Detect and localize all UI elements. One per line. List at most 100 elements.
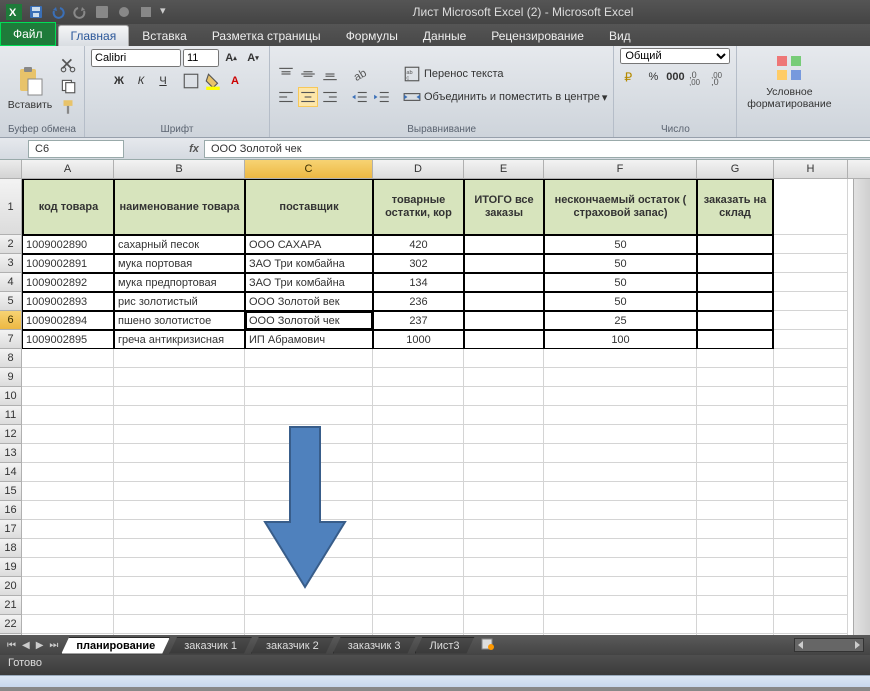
underline-icon[interactable]: Ч bbox=[153, 71, 173, 91]
qat-icon[interactable] bbox=[138, 4, 154, 20]
prev-sheet-icon[interactable]: ◀ bbox=[19, 640, 33, 651]
cell[interactable] bbox=[544, 615, 697, 634]
cell[interactable] bbox=[464, 273, 544, 292]
cell[interactable] bbox=[464, 425, 544, 444]
cell[interactable] bbox=[464, 520, 544, 539]
fill-color-icon[interactable] bbox=[203, 71, 223, 91]
align-middle-icon[interactable] bbox=[298, 64, 318, 84]
row-header[interactable]: 21 bbox=[0, 596, 22, 615]
fx-icon[interactable]: fx bbox=[184, 143, 204, 155]
cell[interactable] bbox=[22, 406, 114, 425]
cell[interactable] bbox=[774, 406, 848, 425]
cell[interactable]: 302 bbox=[373, 254, 464, 273]
cell[interactable] bbox=[697, 254, 774, 273]
horizontal-scrollbar[interactable] bbox=[794, 638, 864, 652]
qat-dropdown-icon[interactable]: ▾ bbox=[160, 4, 176, 20]
wrap-text-button[interactable]: abc Перенос текста bbox=[402, 64, 607, 84]
qat-icon[interactable] bbox=[94, 4, 110, 20]
row-header[interactable]: 20 bbox=[0, 577, 22, 596]
cell[interactable] bbox=[114, 406, 245, 425]
cell[interactable] bbox=[22, 368, 114, 387]
cell[interactable] bbox=[464, 292, 544, 311]
cell[interactable] bbox=[464, 235, 544, 254]
cell[interactable] bbox=[697, 292, 774, 311]
tab-home[interactable]: Главная bbox=[58, 25, 130, 46]
merge-button[interactable]: Объединить и поместить в центре ▾ bbox=[402, 87, 607, 107]
cell[interactable] bbox=[245, 482, 373, 501]
cell[interactable] bbox=[373, 558, 464, 577]
row-header[interactable]: 5 bbox=[0, 292, 22, 311]
redo-icon[interactable] bbox=[72, 4, 88, 20]
cell[interactable] bbox=[114, 539, 245, 558]
cell[interactable] bbox=[464, 615, 544, 634]
align-bottom-icon[interactable] bbox=[320, 64, 340, 84]
cell[interactable] bbox=[245, 368, 373, 387]
cell[interactable] bbox=[373, 482, 464, 501]
row-header[interactable]: 23 bbox=[0, 634, 22, 635]
cell[interactable] bbox=[697, 349, 774, 368]
cell[interactable]: ИТОГО все заказы bbox=[464, 179, 544, 235]
format-painter-icon[interactable] bbox=[58, 97, 78, 117]
cell[interactable] bbox=[22, 520, 114, 539]
row-header[interactable]: 10 bbox=[0, 387, 22, 406]
border-icon[interactable] bbox=[181, 71, 201, 91]
cell[interactable] bbox=[373, 501, 464, 520]
copy-icon[interactable] bbox=[58, 76, 78, 96]
tab-insert[interactable]: Вставка bbox=[130, 26, 199, 46]
tab-layout[interactable]: Разметка страницы bbox=[200, 26, 333, 46]
cell[interactable]: ЗАО Три комбайна bbox=[245, 273, 373, 292]
row-header[interactable]: 2 bbox=[0, 235, 22, 254]
cell[interactable] bbox=[697, 577, 774, 596]
cell[interactable] bbox=[464, 558, 544, 577]
cell[interactable]: поставщик bbox=[245, 179, 373, 235]
cell[interactable] bbox=[774, 349, 848, 368]
cell[interactable]: нескончаемый остаток ( страховой запас) bbox=[544, 179, 697, 235]
cell[interactable] bbox=[114, 501, 245, 520]
bold-icon[interactable]: Ж bbox=[109, 71, 129, 91]
cell[interactable] bbox=[697, 501, 774, 520]
cell[interactable]: 1009002890 bbox=[22, 235, 114, 254]
inc-decimal-icon[interactable]: ,0,00 bbox=[687, 67, 707, 87]
cell[interactable] bbox=[114, 349, 245, 368]
cell[interactable] bbox=[373, 634, 464, 635]
first-sheet-icon[interactable]: ⏮ bbox=[4, 640, 19, 651]
cell[interactable] bbox=[774, 577, 848, 596]
dedent-icon[interactable] bbox=[350, 87, 370, 107]
dec-decimal-icon[interactable]: ,00,0 bbox=[709, 67, 729, 87]
cell[interactable] bbox=[697, 406, 774, 425]
cell[interactable]: пшено золотистое bbox=[114, 311, 245, 330]
cell[interactable] bbox=[774, 463, 848, 482]
cell[interactable]: 1009002895 bbox=[22, 330, 114, 349]
row-header[interactable]: 3 bbox=[0, 254, 22, 273]
percent-icon[interactable]: % bbox=[643, 67, 663, 87]
cell[interactable] bbox=[774, 444, 848, 463]
font-color-icon[interactable]: A bbox=[225, 71, 245, 91]
row-header[interactable]: 7 bbox=[0, 330, 22, 349]
cell[interactable] bbox=[544, 463, 697, 482]
cell[interactable] bbox=[544, 444, 697, 463]
cell[interactable] bbox=[544, 501, 697, 520]
italic-icon[interactable]: К bbox=[131, 71, 151, 91]
save-icon[interactable] bbox=[28, 4, 44, 20]
next-sheet-icon[interactable]: ▶ bbox=[33, 640, 47, 651]
cell[interactable] bbox=[22, 577, 114, 596]
cell[interactable]: заказать на склад bbox=[697, 179, 774, 235]
cond-format-button[interactable]: Условное форматирование bbox=[743, 48, 835, 110]
cell[interactable] bbox=[697, 539, 774, 558]
cell[interactable] bbox=[697, 368, 774, 387]
cell[interactable] bbox=[697, 558, 774, 577]
cell[interactable] bbox=[22, 634, 114, 635]
cell[interactable] bbox=[245, 539, 373, 558]
cell[interactable] bbox=[373, 520, 464, 539]
cell[interactable] bbox=[774, 482, 848, 501]
col-header-G[interactable]: G bbox=[697, 160, 774, 178]
sheet-tab[interactable]: Лист3 bbox=[415, 637, 475, 654]
cell[interactable]: мука предпортовая bbox=[114, 273, 245, 292]
font-size-input[interactable] bbox=[183, 49, 219, 67]
cell[interactable] bbox=[464, 482, 544, 501]
cell[interactable] bbox=[114, 596, 245, 615]
cell[interactable] bbox=[464, 406, 544, 425]
cell[interactable] bbox=[774, 292, 848, 311]
cell[interactable] bbox=[464, 387, 544, 406]
cell[interactable]: наименование товара bbox=[114, 179, 245, 235]
